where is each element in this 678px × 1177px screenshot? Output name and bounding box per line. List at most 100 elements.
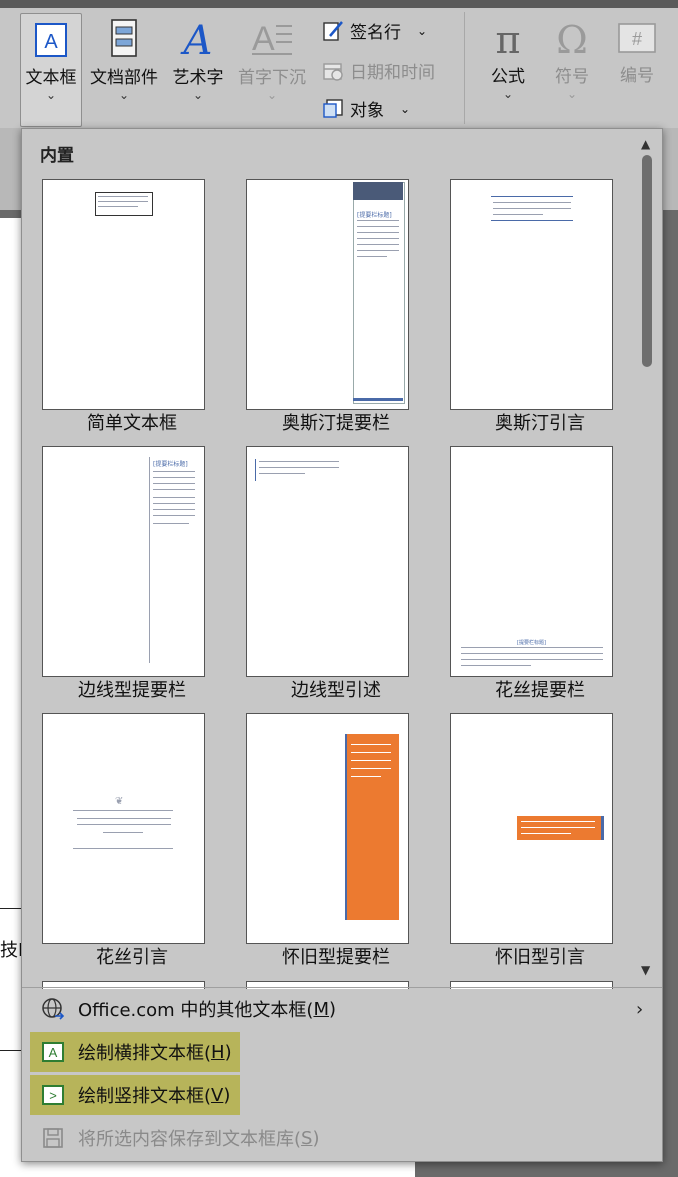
title-bar-edge: [0, 0, 678, 8]
chevron-down-icon: ⌄: [266, 88, 278, 102]
gallery-item-border-sidebar[interactable]: [提要栏标题] 边线型提要栏: [22, 438, 212, 706]
more-textboxes-online-paren: ): [328, 998, 337, 1020]
draw-vertical-textbox-paren: ): [223, 1084, 231, 1106]
more-textboxes-online-accesskey: M: [313, 998, 329, 1020]
thumbnail: [42, 179, 205, 410]
draw-horizontal-textbox-item[interactable]: A 绘制横排文本框(H): [30, 1032, 240, 1072]
draw-vertical-textbox-accesskey: V: [211, 1084, 224, 1106]
doc-parts-button[interactable]: 文档部件 ⌄: [88, 18, 160, 102]
wordart-icon: A: [180, 18, 213, 64]
drop-cap-icon: A: [252, 20, 292, 58]
gallery-item-label: 怀旧型引言: [495, 947, 585, 968]
svg-text:A: A: [180, 18, 212, 58]
thumbnail: [450, 713, 613, 944]
wordart-button[interactable]: A 艺术字 ⌄: [166, 18, 230, 102]
svg-text:#: #: [632, 29, 642, 49]
textbox-gallery-dropdown: 内置 简单文本框 [提要栏标题] 奥斯汀提要栏 奥斯汀引言 [提要栏标题] 边线…: [21, 128, 663, 1162]
textbox-label: 文本框: [25, 68, 77, 88]
gallery-item-austin-sidebar[interactable]: [提要栏标题] 奥斯汀提要栏: [226, 171, 416, 439]
draw-horizontal-textbox-paren: ): [224, 1041, 232, 1063]
thumbnail: ❦: [42, 713, 205, 944]
gallery-item-label: 边线型提要栏: [78, 680, 186, 701]
save-selection-label: 将所选内容保存到文本框库(: [78, 1129, 302, 1150]
scroll-up-arrow-icon[interactable]: ▲: [641, 137, 650, 151]
textbox-button[interactable]: A 文本框 ⌄: [20, 13, 82, 127]
gallery-item-filigree-quote[interactable]: ❦ 花丝引言: [22, 705, 212, 973]
globe-icon: [38, 997, 68, 1021]
doc-parts-icon: [111, 19, 137, 57]
number-label: 编号: [620, 66, 654, 86]
svg-text:A: A: [49, 1045, 58, 1060]
chevron-down-icon: ⌄: [118, 88, 130, 102]
equation-button[interactable]: π 公式 ⌄: [482, 18, 534, 101]
gallery-scrollbar[interactable]: ▲ ▼: [634, 129, 660, 987]
equation-label: 公式: [491, 67, 525, 87]
gallery-item-label: 奥斯汀引言: [495, 413, 585, 434]
gallery-item-label: 花丝提要栏: [495, 680, 585, 701]
gallery-item-label: 怀旧型提要栏: [282, 947, 390, 968]
date-time-label: 日期和时间: [350, 63, 435, 83]
insert-ribbon: A 文本框 ⌄ 文档部件 ⌄ A 艺术字 ⌄ A 首字下沉 ⌄ 签名行 ⌄ 日期…: [0, 0, 678, 128]
draw-horizontal-textbox-label: 绘制横排文本框(: [78, 1043, 212, 1064]
gallery-item-label: 花丝引言: [96, 947, 168, 968]
chevron-down-icon: ⌄: [502, 87, 514, 101]
svg-text:A: A: [44, 31, 58, 53]
chevron-down-icon: ⌄: [417, 23, 428, 38]
document-rule: [0, 1050, 22, 1051]
draw-horizontal-textbox-accesskey: H: [211, 1041, 225, 1063]
save-selection-accesskey: S: [301, 1127, 313, 1149]
more-textboxes-online-label: Office.com 中的其他文本框(: [78, 1000, 314, 1021]
austin-sidebar-title: [提要栏标题]: [357, 212, 392, 219]
border-sidebar-title: [提要栏标题]: [153, 461, 188, 468]
thumbnail: [提要栏标题]: [246, 179, 409, 410]
textbox-gallery: 简单文本框 [提要栏标题] 奥斯汀提要栏 奥斯汀引言 [提要栏标题] 边线型提要…: [22, 171, 634, 989]
calendar-icon: [323, 62, 343, 81]
document-rule: [0, 908, 22, 909]
scroll-down-arrow-icon[interactable]: ▼: [641, 963, 650, 977]
draw-vertical-textbox-item[interactable]: > 绘制竖排文本框(V): [30, 1075, 240, 1115]
save-selection-to-gallery-item[interactable]: 将所选内容保存到文本框库(S): [30, 1118, 430, 1158]
thumbnail: [提要栏标题]: [42, 446, 205, 677]
drop-cap-button[interactable]: A 首字下沉 ⌄: [234, 18, 310, 102]
gallery-item-retro-sidebar[interactable]: 怀旧型提要栏: [226, 705, 416, 973]
drop-cap-label: 首字下沉: [238, 68, 306, 88]
filigree-ornament-icon: ❦: [115, 796, 124, 807]
wordart-label: 艺术字: [172, 68, 224, 88]
thumbnail: [246, 713, 409, 944]
filigree-sidebar-title: [提要栏标题]: [517, 640, 546, 646]
doc-parts-label: 文档部件: [90, 68, 158, 88]
gallery-item-label: 边线型引述: [291, 680, 381, 701]
menu-separator: [22, 987, 662, 988]
gallery-item-simple-textbox[interactable]: 简单文本框: [22, 171, 212, 439]
chevron-down-icon: ⌄: [566, 87, 578, 101]
gallery-item-austin-quote[interactable]: 奥斯汀引言: [430, 171, 620, 439]
svg-text:>: >: [49, 1088, 57, 1103]
signature-line-button[interactable]: 签名行 ⌄: [322, 18, 427, 43]
chevron-right-icon: ›: [636, 999, 644, 1020]
object-icon: [323, 98, 343, 118]
builtin-section-title: 内置: [40, 146, 74, 166]
save-selection-paren: ): [312, 1127, 320, 1149]
omega-icon: Ω: [556, 18, 588, 62]
more-textboxes-online-item[interactable]: Office.com 中的其他文本框(M): [30, 989, 650, 1029]
draw-horizontal-textbox-icon: A: [38, 1040, 68, 1064]
object-button[interactable]: 对象 ⌄: [322, 96, 410, 121]
symbol-button[interactable]: Ω 符号 ⌄: [546, 18, 598, 101]
gallery-item-label: 奥斯汀提要栏: [282, 413, 390, 434]
symbol-label: 符号: [555, 67, 589, 87]
textbox-icon: A: [35, 23, 67, 57]
scrollbar-thumb[interactable]: [642, 155, 652, 367]
chevron-down-icon: ⌄: [192, 88, 204, 102]
chevron-down-icon: ⌄: [400, 101, 411, 116]
number-button[interactable]: # 编号: [610, 22, 664, 86]
gallery-item-filigree-sidebar[interactable]: [提要栏标题] 花丝提要栏: [430, 438, 620, 706]
svg-text:A: A: [252, 20, 275, 58]
signature-line-label: 签名行: [350, 23, 401, 43]
thumbnail: [提要栏标题]: [450, 446, 613, 677]
document-text: 技I: [0, 940, 24, 961]
chevron-down-icon: ⌄: [45, 88, 57, 102]
date-time-button[interactable]: 日期和时间: [322, 58, 435, 83]
gallery-item-retro-quote[interactable]: 怀旧型引言: [430, 705, 620, 973]
gallery-item-border-quote[interactable]: 边线型引述: [226, 438, 416, 706]
draw-vertical-textbox-icon: >: [38, 1083, 68, 1107]
